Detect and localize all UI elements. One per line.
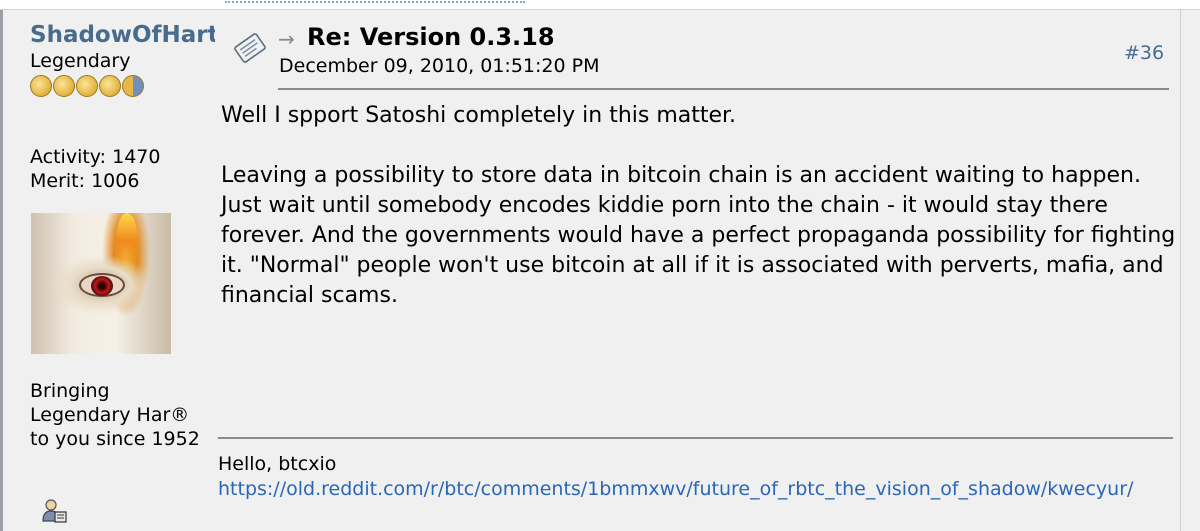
activity-stat: Activity: 1470 [30, 146, 161, 168]
avatar [31, 213, 171, 354]
reply-arrow-icon: → [278, 27, 295, 51]
right-border [1180, 10, 1200, 531]
star-icon [30, 75, 52, 97]
post-paragraph: Well I spport Satoshi completely in this… [221, 103, 737, 128]
poster-info: ShadowOfHart Legendary [30, 22, 215, 97]
signature-divider [218, 437, 1173, 439]
star-icon [53, 75, 75, 97]
poster-rank: Legendary [30, 50, 131, 72]
post-subject-link[interactable]: Re: Version 0.3.18 [307, 23, 555, 51]
post-body: Well I spport Satoshi completely in this… [221, 101, 1176, 341]
message-icon [231, 30, 269, 66]
poster-stats: Activity: 1470 Merit: 1006 [30, 145, 160, 193]
post-number-link[interactable]: #36 [1124, 42, 1164, 64]
personal-text: Bringing Legendary Har® to you since 195… [30, 379, 200, 451]
merit-stat: Merit: 1006 [30, 170, 140, 192]
star-icon [99, 75, 121, 97]
signature: Hello, btcxio https://old.reddit.com/r/b… [218, 452, 1178, 502]
rank-stars [30, 75, 215, 97]
post-paragraph: Leaving a possibility to store data in b… [221, 163, 1176, 308]
profile-icon[interactable] [40, 497, 68, 525]
header-divider [278, 88, 1169, 90]
previous-post-edge [0, 0, 1200, 10]
personal-text-line: Bringing [30, 380, 110, 402]
star-icon [76, 75, 98, 97]
poster-name-link[interactable]: ShadowOfHart [30, 22, 215, 48]
half-star-icon [122, 75, 144, 97]
personal-text-line: to you since 1952 [30, 428, 200, 450]
signature-greeting: Hello, btcxio [218, 453, 337, 475]
post-date: December 09, 2010, 01:51:20 PM [279, 55, 600, 77]
signature-link[interactable]: https://old.reddit.com/r/btc/comments/1b… [218, 478, 1133, 500]
personal-text-line: Legendary Har® [30, 404, 190, 426]
